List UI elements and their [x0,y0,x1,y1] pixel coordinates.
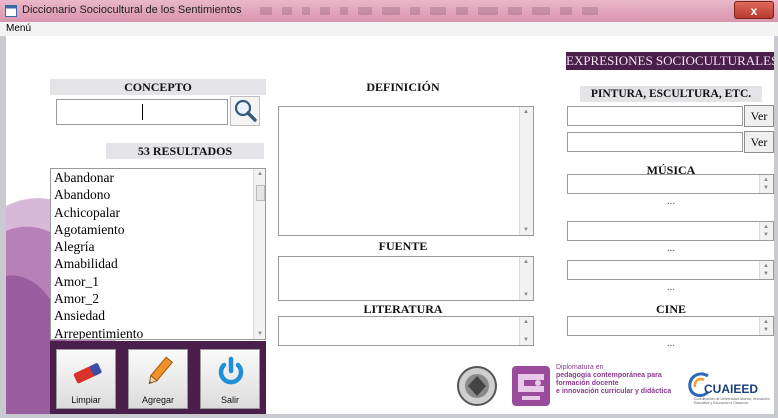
window-title: Diccionario Sociocultural de los Sentimi… [22,4,242,16]
salir-button[interactable]: Salir [200,349,260,409]
pencil-icon [148,356,174,385]
results-list: Abandonar Abandono Achicopalar Agotamiento A… [51,169,265,339]
diplomado-line-2: pedagogía contemporánea para [556,372,662,379]
diplomado-line-1: Diplomatura en [556,364,604,371]
main-form: CONCEPTO 53 RESULTADOS Abandonar Abandono… [6,36,774,414]
scroll-up-icon[interactable]: ▲ [763,224,769,230]
expresiones-banner: EXPRESIONES SOCIOCULTURALES [566,52,774,70]
musica-scrollbar-2[interactable]: ▲ ▼ [759,222,773,240]
scroll-up-icon[interactable]: ▲ [523,109,529,115]
scroll-down-icon[interactable]: ▼ [523,227,529,233]
pintura-field-2[interactable] [567,132,743,152]
results-list-box[interactable]: Abandonar Abandono Achicopalar Agotamiento A… [50,168,266,340]
scroll-down-icon[interactable]: ▼ [763,232,769,238]
concepto-input[interactable] [56,99,228,125]
list-item[interactable]: Amor_2 [51,290,265,307]
literatura-scrollbar[interactable]: ▲ ▼ [519,317,533,345]
scroll-up-icon[interactable]: ▲ [523,259,529,265]
ver-button-1[interactable]: Ver [744,105,774,127]
cine-more[interactable]: ... [661,338,681,349]
title-bar[interactable]: Diccionario Sociocultural de los Sentimi… [0,0,778,22]
cuaieed-name: CUAIEED [704,382,759,396]
scroll-up-icon[interactable]: ▲ [257,171,263,177]
scroll-down-icon[interactable]: ▼ [523,292,529,298]
limpiar-label: Limpiar [71,395,101,405]
scroll-down-icon[interactable]: ▼ [763,271,769,277]
pintura-header: PINTURA, ESCULTURA, ETC. [580,86,762,102]
scroll-up-icon[interactable]: ▲ [763,319,769,325]
power-icon [218,356,244,385]
scroll-up-icon[interactable]: ▲ [763,177,769,183]
diplomado-text: Diplomatura en pedagogía contemporánea p… [556,364,681,396]
close-button[interactable]: x [734,1,774,19]
musica-more-1[interactable]: ... [661,196,681,207]
list-item[interactable]: Arrepentimiento [51,325,265,339]
cuaieed-logo: CUAIEED Coordinación de Universidad Abie… [686,370,774,410]
eraser-icon [73,363,102,384]
results-count: 53 RESULTADOS [106,143,264,159]
search-icon [234,99,257,122]
salir-label: Salir [220,395,239,405]
diplomado-line-3: formación docente [556,380,619,387]
diplomado-glyph-logo [512,366,550,406]
musica-more-3[interactable]: ... [661,282,681,293]
musica-more-2[interactable]: ... [661,243,681,254]
fuente-scrollbar[interactable]: ▲ ▼ [519,257,533,300]
list-item[interactable]: Abandono [51,186,265,203]
list-item[interactable]: Amabilidad [51,255,265,272]
faded-toolbar-background [260,5,720,17]
definicion-scrollbar[interactable]: ▲ ▼ [519,107,533,235]
scroll-thumb[interactable] [256,185,265,201]
pintura-field-1[interactable] [567,106,743,126]
results-scrollbar[interactable]: ▲ ▼ [253,169,265,339]
cine-scrollbar[interactable]: ▲ ▼ [759,317,773,335]
musica-scrollbar-3[interactable]: ▲ ▼ [759,261,773,279]
list-item[interactable]: Abandonar [51,169,265,186]
musica-field-1[interactable]: ▲ ▼ [567,174,774,194]
text-cursor [142,104,143,120]
cuaieed-subtitle: Coordinación de Universidad Abierta, Inn… [694,397,770,405]
scroll-up-icon[interactable]: ▲ [523,319,529,325]
limpiar-button[interactable]: Limpiar [56,349,116,409]
definicion-header: DEFINICIÓN [366,80,440,94]
app-icon [5,5,17,17]
literatura-textarea[interactable]: ▲ ▼ [278,316,534,346]
definicion-textarea[interactable]: ▲ ▼ [278,106,534,236]
musica-scrollbar-1[interactable]: ▲ ▼ [759,175,773,193]
unam-seal-logo [457,366,497,406]
diplomado-line-4: e innovación curricular y didáctica [556,388,672,395]
search-button[interactable] [230,96,260,126]
list-item[interactable]: Amor_1 [51,273,265,290]
musica-field-2[interactable]: ▲ ▼ [567,221,774,241]
scroll-up-icon[interactable]: ▲ [763,263,769,269]
menu-bar: Menú [0,22,778,37]
agregar-button[interactable]: Agregar [128,349,188,409]
ver-button-2[interactable]: Ver [744,131,774,153]
list-item[interactable]: Ansiedad [51,307,265,324]
musica-field-3[interactable]: ▲ ▼ [567,260,774,280]
fuente-header: FUENTE [378,239,428,253]
actions-panel: Limpiar Agregar Salir [50,341,266,414]
scroll-down-icon[interactable]: ▼ [763,327,769,333]
fuente-textarea[interactable]: ▲ ▼ [278,256,534,301]
list-item[interactable]: Agotamiento [51,221,265,238]
cine-field[interactable]: ▲ ▼ [567,316,774,336]
menu-item-menu[interactable]: Menú [6,23,31,34]
list-item[interactable]: Alegría [51,238,265,255]
scroll-down-icon[interactable]: ▼ [523,337,529,343]
scroll-down-icon[interactable]: ▼ [763,185,769,191]
list-item[interactable]: Achicopalar [51,204,265,221]
scroll-down-icon[interactable]: ▼ [257,331,263,337]
agregar-label: Agregar [141,395,175,405]
concepto-header: CONCEPTO [50,79,266,95]
